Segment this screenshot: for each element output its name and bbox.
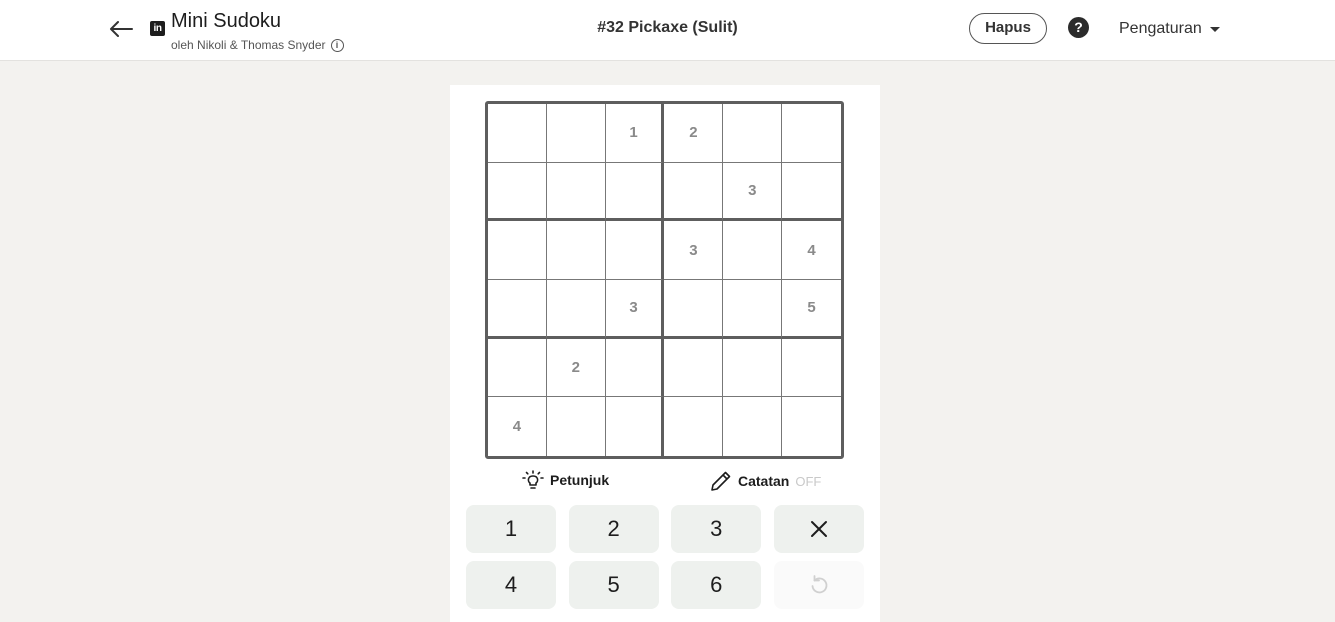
number-key-4[interactable]: 4 [466, 561, 556, 609]
grid-cell-r2-c2[interactable] [546, 162, 606, 222]
grid-cell-r3-c1[interactable] [488, 221, 547, 280]
grid-cell-r4-c3[interactable]: 3 [605, 280, 665, 339]
hint-label: Petunjuk [550, 472, 610, 488]
grid-cell-r5-c2[interactable]: 2 [546, 338, 606, 398]
grid-cell-r4-c2[interactable] [546, 280, 606, 339]
puzzle-title: #32 Pickaxe (Sulit) [597, 19, 738, 36]
number-key-5[interactable]: 5 [568, 561, 659, 609]
grid-cell-r2-c1[interactable] [488, 162, 547, 222]
clear-button[interactable]: Hapus [969, 13, 1047, 44]
arrow-left-icon [110, 21, 133, 37]
hint-button[interactable]: Petunjuk [522, 470, 609, 490]
number-key-6[interactable]: 6 [671, 561, 762, 609]
byline: oleh Nikoli & Thomas Snyder i [171, 38, 344, 52]
byline-text: oleh Nikoli & Thomas Snyder [171, 38, 326, 52]
help-icon[interactable]: ? [1068, 17, 1089, 38]
grid-cell-r3-c3[interactable] [605, 221, 665, 280]
grid-cell-r6-c5[interactable] [723, 397, 783, 456]
settings-dropdown[interactable]: Pengaturan [1119, 20, 1220, 38]
grid-cell-r1-c2[interactable] [546, 104, 606, 163]
number-key-3[interactable]: 3 [671, 505, 762, 553]
undo-icon [811, 575, 828, 594]
grid-cell-r1-c4[interactable]: 2 [664, 104, 724, 163]
grid-cell-r5-c6[interactable] [782, 339, 841, 398]
grid-cell-r1-c3[interactable]: 1 [605, 104, 665, 163]
grid-cell-r2-c4[interactable] [664, 162, 724, 222]
grid-cell-r5-c4[interactable] [664, 338, 724, 398]
grid-cell-r4-c6[interactable]: 5 [782, 280, 841, 339]
grid-cell-r6-c6[interactable] [782, 397, 841, 456]
notes-state: OFF [795, 473, 822, 489]
grid-cell-r3-c4[interactable]: 3 [664, 221, 724, 280]
pencil-icon [711, 471, 731, 491]
grid-cell-r5-c3[interactable] [605, 338, 665, 398]
close-icon [810, 521, 827, 537]
app-title: Mini Sudoku [171, 10, 282, 32]
lightbulb-icon [522, 470, 544, 489]
number-key-1[interactable]: 1 [466, 505, 556, 553]
grid-cell-r6-c1[interactable]: 4 [488, 397, 547, 456]
grid-cell-r4-c5[interactable] [723, 280, 783, 339]
grid-cell-r2-c3[interactable] [605, 162, 665, 222]
settings-label: Pengaturan [1119, 20, 1202, 37]
grid-cell-r6-c3[interactable] [606, 397, 665, 456]
grid-cell-r5-c1[interactable] [488, 338, 547, 398]
back-button[interactable] [106, 14, 136, 44]
grid-cell-r1-c1[interactable] [488, 104, 547, 163]
grid-cell-r3-c6[interactable]: 4 [782, 221, 841, 280]
info-icon[interactable]: i [330, 38, 344, 52]
grid-cell-r5-c5[interactable] [723, 338, 783, 398]
grid-cell-r6-c2[interactable] [547, 397, 606, 456]
linkedin-logo: in [150, 21, 165, 36]
undo-button[interactable] [773, 561, 864, 609]
grid-cell-r4-c1[interactable] [488, 280, 547, 339]
grid-cell-r2-c6[interactable] [782, 163, 841, 222]
grid-cell-r2-c5[interactable]: 3 [723, 162, 783, 222]
erase-button[interactable] [773, 505, 864, 553]
top-bar: in Mini Sudoku oleh Nikoli & Thomas Snyd… [0, 0, 1335, 61]
grid-cell-r6-c4[interactable] [664, 397, 724, 456]
notes-label: Catatan [738, 473, 790, 489]
number-pad: 1 2 3 4 5 6 [466, 505, 864, 609]
grid-cell-r4-c4[interactable] [664, 280, 724, 339]
grid-cell-r3-c2[interactable] [546, 221, 606, 280]
grid-cell-r1-c5[interactable] [723, 104, 783, 163]
notes-toggle[interactable]: Catatan OFF [710, 470, 821, 492]
grid-cell-r1-c6[interactable] [782, 104, 841, 163]
grid-cell-r3-c5[interactable] [723, 221, 783, 280]
caret-down-icon [1209, 26, 1220, 32]
sudoku-grid: 123343524 [485, 101, 844, 459]
number-key-2[interactable]: 2 [568, 505, 659, 553]
